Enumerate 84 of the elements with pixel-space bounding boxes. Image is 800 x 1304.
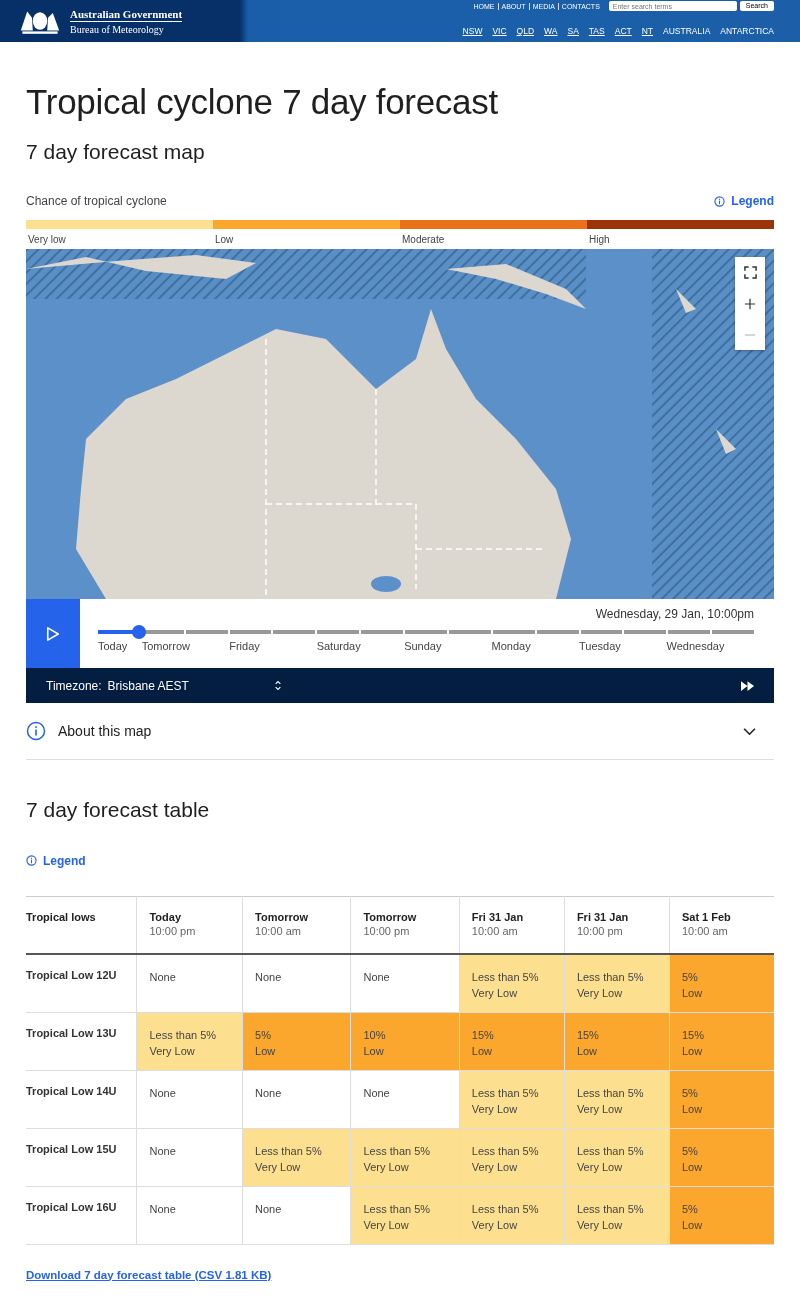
forecast-cell: Less than 5% Very Low <box>564 953 670 1012</box>
scale-label: Very low <box>27 233 67 247</box>
forecast-cell: 10% Low <box>350 1012 460 1070</box>
day-label: Today <box>98 640 128 652</box>
info-icon <box>714 195 726 207</box>
timezone-label: Timezone: <box>46 678 102 693</box>
state-link[interactable]: SA <box>567 26 579 36</box>
forecast-cell: Less than 5% Very Low <box>242 1128 351 1186</box>
plus-icon <box>744 297 756 310</box>
day-label: Saturday <box>316 640 361 652</box>
state-link[interactable]: ANTARCTICA <box>720 26 774 36</box>
forecast-cell: None <box>242 953 351 1012</box>
download-link[interactable]: Download 7 day forecast table (CSV 1.81 KB) <box>26 1268 272 1281</box>
timeline-date: Wednesday, 29 Jan, 10:00pm <box>595 607 754 621</box>
day-label: Wednesday <box>666 640 725 652</box>
forecast-cell: None <box>242 1070 351 1128</box>
fullscreen-icon <box>743 266 757 279</box>
info-icon <box>26 855 37 866</box>
forecast-cell: Less than 5% Very Low <box>459 1186 565 1244</box>
forecast-cell: 5% Low <box>242 1012 351 1070</box>
up-down-caret-icon <box>273 680 282 691</box>
play-icon <box>46 625 60 642</box>
forecast-cell: Less than 5% Very Low <box>350 1186 460 1244</box>
scale-label: High <box>588 233 611 247</box>
timezone-select[interactable]: Brisbane AEST <box>107 678 282 693</box>
forecast-cell: Less than 5% Very Low <box>350 1128 460 1186</box>
day-label: Tuesday <box>579 640 621 652</box>
column-header: Sat 1 Feb 10:00 am <box>669 896 774 954</box>
forecast-cell: None <box>350 953 460 1012</box>
fast-forward-button[interactable] <box>741 680 754 691</box>
column-header: Fri 31 Jan 10:00 pm <box>564 896 670 954</box>
state-link[interactable]: NT <box>641 26 654 36</box>
column-header: Tropical lows <box>26 896 137 954</box>
day-label: Friday <box>229 640 260 652</box>
column-header: Fri 31 Jan 10:00 am <box>459 896 565 954</box>
forecast-cell: Less than 5% Very Low <box>564 1128 670 1186</box>
column-header: Today 10:00 pm <box>136 896 243 954</box>
forecast-cell: 15% Low <box>459 1012 565 1070</box>
day-label: Tomorrow <box>141 640 190 652</box>
column-header: Tomorrow 10:00 pm <box>350 896 460 954</box>
forecast-cell: 5% Low <box>669 953 774 1012</box>
forecast-cell: 5% Low <box>669 1070 774 1128</box>
forecast-cell: Less than 5% Very Low <box>564 1070 670 1128</box>
section-heading: 7 day forecast table <box>26 798 211 822</box>
forecast-cell: None <box>136 1070 243 1128</box>
day-label: Sunday <box>404 640 442 652</box>
legend-link[interactable]: Legend <box>714 194 774 208</box>
state-link[interactable]: AUSTRALIA <box>663 26 711 36</box>
scale-label: Low <box>214 233 235 247</box>
chevron-down-icon <box>743 726 756 736</box>
forecast-cell: None <box>136 953 243 1012</box>
forecast-cell: Less than 5% Very Low <box>564 1186 670 1244</box>
legend-link[interactable]: Legend <box>26 853 86 868</box>
info-icon <box>26 721 46 741</box>
state-link[interactable]: TAS <box>588 26 605 36</box>
forecast-cell: None <box>136 1186 243 1244</box>
state-link[interactable]: QLD <box>516 26 535 36</box>
forecast-cell: None <box>350 1070 460 1128</box>
agency-name: Bureau of Meteorology <box>70 22 165 35</box>
state-link[interactable]: WA <box>544 26 558 36</box>
column-header: Tomorrow 10:00 am <box>242 896 351 954</box>
state-link[interactable]: ACT <box>614 26 632 36</box>
fullscreen-button[interactable] <box>735 257 765 288</box>
fast-forward-icon <box>741 680 754 691</box>
forecast-cell: 5% Low <box>669 1128 774 1186</box>
forecast-cell: Less than 5% Very Low <box>459 953 565 1012</box>
forecast-cell: 15% Low <box>669 1012 774 1070</box>
state-link[interactable]: NSW <box>462 26 483 36</box>
section-heading: 7 day forecast map <box>26 140 206 164</box>
scale-label: Moderate <box>401 233 446 247</box>
forecast-cell: Less than 5% Very Low <box>459 1070 565 1128</box>
forecast-cell: 15% Low <box>564 1012 670 1070</box>
forecast-cell: None <box>242 1186 351 1244</box>
forecast-cell: Less than 5% Very Low <box>136 1012 243 1070</box>
government-name: Australian Government <box>70 7 183 22</box>
scale-title: Chance of tropical cyclone <box>26 194 167 208</box>
state-link[interactable]: VIC <box>492 26 507 36</box>
forecast-cell: Less than 5% Very Low <box>459 1128 565 1186</box>
day-label: Monday <box>491 640 531 652</box>
timeline-slider[interactable] <box>98 627 754 637</box>
page-title: Tropical cyclone 7 day forecast <box>26 82 499 122</box>
forecast-cell: 5% Low <box>669 1186 774 1244</box>
forecast-cell: None <box>136 1128 243 1186</box>
slider-thumb[interactable] <box>132 625 147 639</box>
